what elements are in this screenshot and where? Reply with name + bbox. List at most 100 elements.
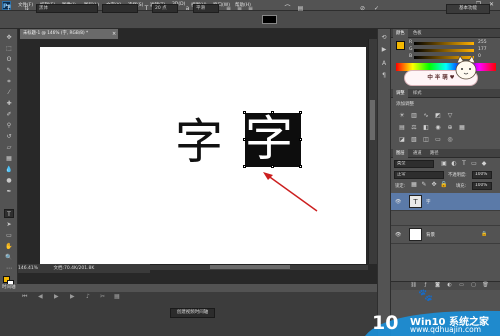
quick-select-tool-icon[interactable]: ✎ bbox=[4, 66, 14, 75]
tab-color[interactable]: 颜色 bbox=[393, 29, 408, 38]
type-tool-icon[interactable]: T bbox=[4, 4, 13, 13]
history-brush-tool-icon[interactable]: ↺ bbox=[4, 132, 14, 141]
horizontal-scroll-thumb[interactable] bbox=[210, 265, 290, 269]
color-balance-icon[interactable]: ⚖ bbox=[410, 124, 418, 132]
align-left-icon[interactable]: ≡ bbox=[224, 4, 233, 13]
zoom-level[interactable]: 146.41% bbox=[18, 266, 38, 271]
warp-text-icon[interactable]: ⌒ bbox=[283, 4, 292, 13]
color-panel-fg-swatch[interactable] bbox=[396, 41, 405, 50]
first-frame-icon[interactable]: ⏮ bbox=[22, 293, 27, 301]
font-size-select[interactable]: 20 点 bbox=[152, 4, 178, 13]
filter-shape-icon[interactable]: ▭ bbox=[470, 160, 478, 168]
exposure-icon[interactable]: ◩ bbox=[434, 112, 442, 120]
align-center-icon[interactable]: ≡ bbox=[235, 4, 244, 13]
stamp-tool-icon[interactable]: ⚲ bbox=[4, 121, 14, 130]
hue-saturation-icon[interactable]: ▤ bbox=[398, 124, 406, 132]
color-r-value[interactable]: 255 bbox=[478, 40, 487, 46]
levels-icon[interactable]: ▥ bbox=[410, 112, 418, 120]
tab-swatches[interactable]: 色板 bbox=[410, 29, 425, 38]
align-right-icon[interactable]: ≡ bbox=[246, 4, 255, 13]
healing-tool-icon[interactable]: ✚ bbox=[4, 99, 14, 108]
color-lookup-icon[interactable]: ▦ bbox=[458, 124, 466, 132]
transform-handle[interactable] bbox=[243, 111, 246, 114]
document-info[interactable]: 文档:70.4K/201.8K bbox=[53, 266, 94, 271]
filter-smart-icon[interactable]: ◆ bbox=[480, 160, 488, 168]
photo-filter-icon[interactable]: ◉ bbox=[434, 124, 442, 132]
type-tool-icon[interactable]: T bbox=[4, 209, 14, 218]
transform-handle[interactable] bbox=[299, 138, 302, 141]
split-icon[interactable]: ✂ bbox=[100, 293, 105, 301]
commit-edit-icon[interactable]: ✓ bbox=[372, 4, 381, 13]
transform-handle[interactable] bbox=[243, 165, 246, 168]
filter-type-icon[interactable]: T bbox=[460, 160, 468, 168]
trash-icon[interactable]: 🗑 bbox=[482, 282, 489, 289]
black-white-icon[interactable]: ◧ bbox=[422, 124, 430, 132]
gradient-map-icon[interactable]: ▭ bbox=[434, 136, 442, 144]
cancel-edit-icon[interactable]: ⊘ bbox=[358, 4, 367, 13]
layer-filter-select[interactable]: 类型 bbox=[394, 160, 434, 168]
workspace-button[interactable]: 基本功能 bbox=[446, 4, 490, 14]
zoom-tool-icon[interactable]: 🔍 bbox=[4, 253, 14, 262]
lock-position-icon[interactable]: ✥ bbox=[430, 181, 438, 189]
next-frame-icon[interactable]: ▶ bbox=[70, 293, 75, 301]
marquee-tool-icon[interactable]: ⬚ bbox=[4, 44, 14, 53]
history-panel-icon[interactable]: ⟲ bbox=[380, 34, 388, 42]
move-tool-icon[interactable]: ✥ bbox=[4, 33, 14, 42]
lock-all-icon[interactable]: 🔒 bbox=[440, 181, 448, 189]
color-r-slider[interactable] bbox=[414, 42, 474, 45]
lock-pixels-icon[interactable]: ✎ bbox=[420, 181, 428, 189]
color-g-slider[interactable] bbox=[414, 49, 474, 52]
new-layer-icon[interactable]: ▢ bbox=[470, 282, 477, 289]
toggle-orientation-icon[interactable]: ⇅ bbox=[22, 4, 31, 13]
layer-name[interactable]: 字 bbox=[426, 199, 431, 205]
character-panel-icon[interactable]: A bbox=[380, 60, 388, 68]
opacity-input[interactable]: 100% bbox=[472, 171, 492, 179]
hand-tool-icon[interactable]: ✋ bbox=[4, 242, 14, 251]
color-g-value[interactable]: 177 bbox=[478, 47, 487, 53]
more-tools-icon[interactable]: ⋯ bbox=[4, 264, 14, 273]
gradient-tool-icon[interactable]: ▦ bbox=[4, 154, 14, 163]
pen-tool-icon[interactable]: ✒ bbox=[4, 187, 14, 196]
actions-panel-icon[interactable]: ▶ bbox=[380, 46, 388, 54]
shape-tool-icon[interactable]: ▭ bbox=[4, 231, 14, 240]
fill-input[interactable]: 100% bbox=[472, 182, 492, 190]
transform-handle[interactable] bbox=[271, 111, 274, 114]
audio-icon[interactable]: ♪ bbox=[86, 293, 90, 301]
text-char-selected[interactable]: 字 bbox=[245, 111, 293, 167]
eye-icon[interactable]: 👁 bbox=[395, 199, 401, 205]
tab-paths[interactable]: 路径 bbox=[427, 149, 442, 158]
layer-name[interactable]: 背景 bbox=[426, 232, 435, 238]
posterize-icon[interactable]: ▧ bbox=[410, 136, 418, 144]
curves-icon[interactable]: ∿ bbox=[422, 112, 430, 120]
group-icon[interactable]: ▭ bbox=[458, 282, 465, 289]
adjustment-layer-icon[interactable]: ◐ bbox=[446, 282, 453, 289]
tab-layers[interactable]: 图层 bbox=[393, 149, 408, 158]
link-layers-icon[interactable]: ⛓ bbox=[410, 282, 417, 289]
document-tab-close-icon[interactable]: × bbox=[112, 29, 118, 39]
vertical-scrollbar[interactable] bbox=[368, 39, 377, 264]
crop-tool-icon[interactable]: ⌗ bbox=[4, 77, 14, 86]
blur-tool-icon[interactable]: 💧 bbox=[4, 165, 14, 174]
path-select-tool-icon[interactable]: ➤ bbox=[4, 220, 14, 229]
vertical-scroll-thumb[interactable] bbox=[370, 100, 375, 140]
antialias-select[interactable]: 平滑 bbox=[193, 4, 219, 13]
selective-color-icon[interactable]: ◎ bbox=[446, 136, 454, 144]
brush-tool-icon[interactable]: ✐ bbox=[4, 110, 14, 119]
threshold-icon[interactable]: ◫ bbox=[422, 136, 430, 144]
vibrance-icon[interactable]: ▽ bbox=[446, 112, 454, 120]
play-icon[interactable]: ▶ bbox=[54, 293, 59, 301]
document-tab[interactable]: 未标题-1 @ 146% (字, RGB/8) * bbox=[20, 29, 118, 39]
character-panel-icon[interactable]: ▤ bbox=[296, 4, 305, 13]
mask-icon[interactable]: ◙ bbox=[434, 282, 441, 289]
eraser-tool-icon[interactable]: ▱ bbox=[4, 143, 14, 152]
filter-pixel-icon[interactable]: ▣ bbox=[440, 160, 448, 168]
blend-mode-select[interactable]: 正常 bbox=[394, 171, 444, 179]
lasso-tool-icon[interactable]: ʘ bbox=[4, 55, 14, 64]
layer-row-text[interactable] bbox=[391, 193, 500, 211]
font-style-select[interactable] bbox=[102, 4, 138, 13]
transition-icon[interactable]: ▦ bbox=[114, 293, 120, 301]
paragraph-panel-icon[interactable]: ¶ bbox=[380, 72, 388, 80]
eyedropper-tool-icon[interactable]: ⁄ bbox=[4, 88, 14, 97]
transform-handle[interactable] bbox=[243, 138, 246, 141]
brightness-icon[interactable]: ☀ bbox=[398, 112, 406, 120]
